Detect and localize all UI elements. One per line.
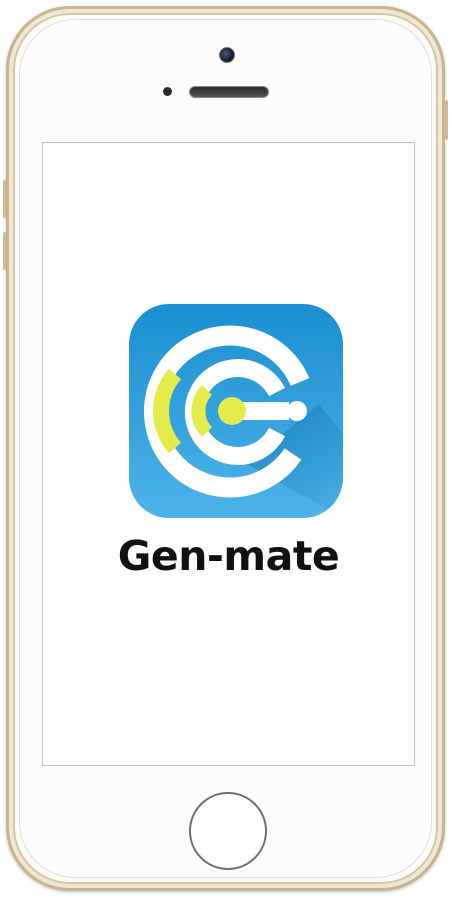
front-camera-icon <box>219 47 235 63</box>
proximity-sensor-icon <box>163 87 172 96</box>
app-name-label: Gen-mate <box>117 532 340 580</box>
home-button[interactable] <box>189 792 267 870</box>
earpiece-speaker <box>189 86 269 98</box>
volume-up-button <box>3 180 6 218</box>
volume-down-button <box>3 232 6 270</box>
gen-mate-logo-icon[interactable] <box>129 304 343 518</box>
phone-screen: Gen-mate <box>42 142 415 766</box>
power-button <box>445 100 448 140</box>
